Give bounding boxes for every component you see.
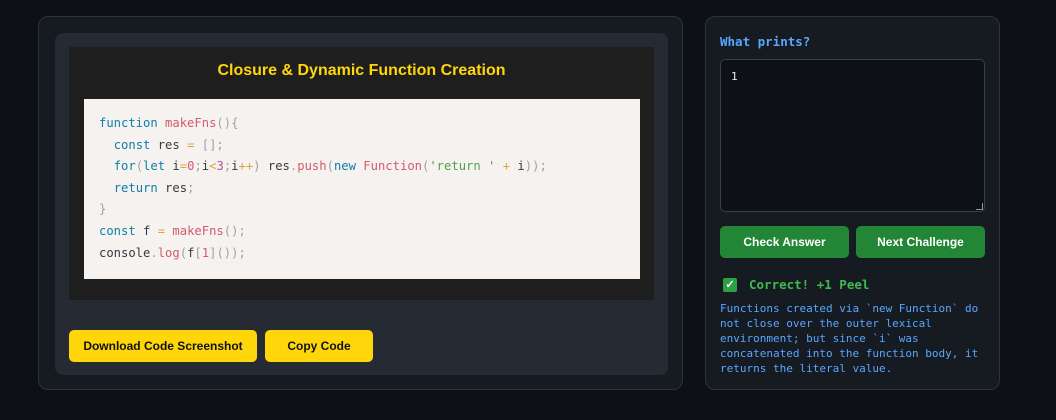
code-line: console.log(f[1]()); [99, 245, 246, 260]
code-line: const res = []; [113, 137, 224, 152]
question-label: What prints? [720, 34, 811, 49]
result-text: Correct! +1 Peel [749, 277, 870, 292]
checkmark-icon: ✓ [723, 277, 737, 292]
code-card: Closure & Dynamic Function Creation func… [55, 33, 668, 375]
code-block: function makeFns(){ const res = []; for(… [84, 99, 640, 279]
next-challenge-button[interactable]: Next Challenge [856, 226, 985, 258]
result-status: ✓ Correct! +1 Peel [723, 277, 869, 292]
code-line: return res; [113, 180, 195, 195]
answer-input[interactable]: 1 [720, 59, 985, 212]
code-line: const f = makeFns(); [99, 223, 246, 238]
challenge-panel: Closure & Dynamic Function Creation func… [38, 16, 683, 390]
snippet-title: Closure & Dynamic Function Creation [217, 62, 506, 79]
answer-panel: What prints? 1 Check Answer Next Challen… [705, 16, 1000, 390]
resize-handle-icon[interactable] [976, 203, 983, 210]
code-line: } [99, 202, 107, 217]
copy-code-button[interactable]: Copy Code [265, 330, 373, 362]
check-answer-button[interactable]: Check Answer [720, 226, 849, 258]
download-screenshot-button[interactable]: Download Code Screenshot [69, 330, 257, 362]
explanation-text: Functions created via `new Function` do … [720, 302, 979, 375]
code-line: for(let i=0;i<3;i++) res.push(new Functi… [113, 159, 547, 174]
code-screenshot: Closure & Dynamic Function Creation func… [69, 47, 654, 300]
code-line: function makeFns(){ [99, 116, 239, 130]
